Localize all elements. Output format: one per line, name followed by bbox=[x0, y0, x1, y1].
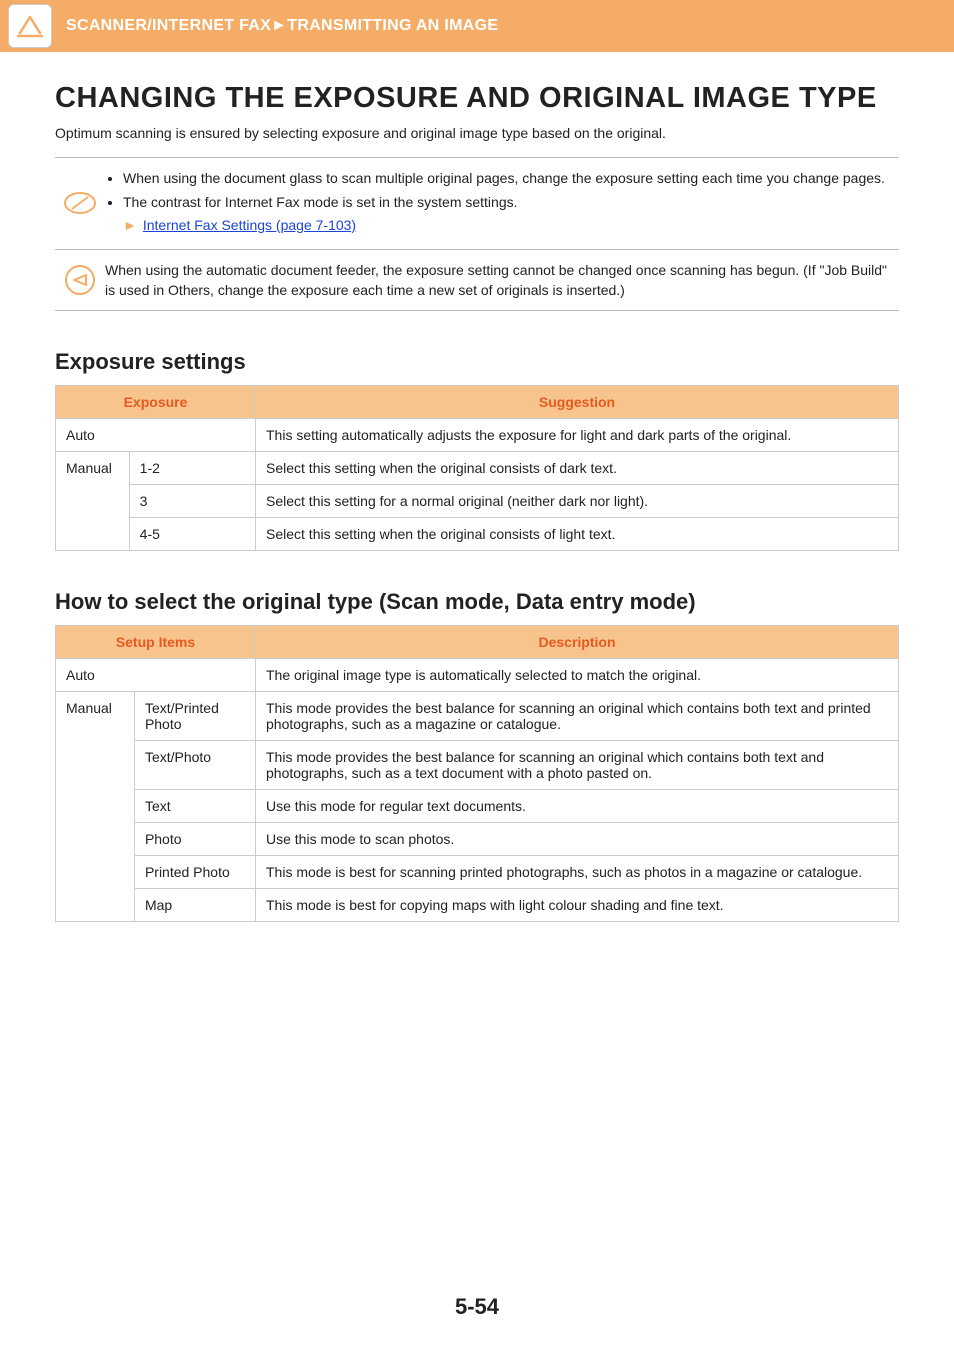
exposure-auto-desc: This setting automatically adjusts the e… bbox=[256, 419, 899, 452]
section2-heading: How to select the original type (Scan mo… bbox=[55, 589, 899, 615]
type-r5-val: Printed Photo bbox=[134, 856, 255, 889]
exposure-r1-desc: Select this setting when the original co… bbox=[256, 452, 899, 485]
page-number: 5-54 bbox=[0, 1294, 954, 1320]
note-block-1: When using the document glass to scan mu… bbox=[55, 157, 899, 250]
exposure-r3-val: 4-5 bbox=[129, 518, 255, 551]
note-block-2: When using the automatic document feeder… bbox=[55, 250, 899, 312]
link-line: ► Internet Fax Settings (page 7-103) bbox=[123, 215, 899, 235]
header-bar: SCANNER/INTERNET FAX►TRANSMITTING AN IMA… bbox=[0, 0, 954, 52]
breadcrumb: SCANNER/INTERNET FAX►TRANSMITTING AN IMA… bbox=[66, 17, 498, 35]
type-auto-desc: The original image type is automatically… bbox=[256, 659, 899, 692]
exposure-r3-desc: Select this setting when the original co… bbox=[256, 518, 899, 551]
type-r2-desc: This mode provides the best balance for … bbox=[256, 741, 899, 790]
type-r4-val: Photo bbox=[134, 823, 255, 856]
breadcrumb-sep: ► bbox=[271, 17, 287, 34]
type-r4-desc: Use this mode to scan photos. bbox=[256, 823, 899, 856]
setup-items-col-header: Setup Items bbox=[56, 626, 256, 659]
note-body: When using the document glass to scan mu… bbox=[105, 168, 899, 239]
type-r1-desc: This mode provides the best balance for … bbox=[256, 692, 899, 741]
type-auto-label: Auto bbox=[56, 659, 256, 692]
link-arrow-icon: ► bbox=[123, 217, 137, 233]
type-r2-val: Text/Photo bbox=[134, 741, 255, 790]
breadcrumb-right: TRANSMITTING AN IMAGE bbox=[287, 17, 498, 34]
note1-bullet2: The contrast for Internet Fax mode is se… bbox=[123, 192, 899, 235]
exposure-table: Exposure Suggestion Auto This setting au… bbox=[55, 385, 899, 551]
page-title: CHANGING THE EXPOSURE AND ORIGINAL IMAGE… bbox=[55, 82, 899, 115]
type-r3-val: Text bbox=[134, 790, 255, 823]
scanner-icon bbox=[8, 4, 52, 48]
note2-text: When using the automatic document feeder… bbox=[105, 260, 899, 301]
suggestion-col-header: Suggestion bbox=[256, 386, 899, 419]
type-manual-label: Manual bbox=[56, 692, 135, 922]
original-type-table: Setup Items Description Auto The origina… bbox=[55, 625, 899, 922]
type-r6-desc: This mode is best for copying maps with … bbox=[256, 889, 899, 922]
exposure-col-header: Exposure bbox=[56, 386, 256, 419]
note1-bullet1: When using the document glass to scan mu… bbox=[123, 168, 899, 188]
type-r5-desc: This mode is best for scanning printed p… bbox=[256, 856, 899, 889]
exposure-r2-desc: Select this setting for a normal origina… bbox=[256, 485, 899, 518]
description-col-header: Description bbox=[256, 626, 899, 659]
type-r6-val: Map bbox=[134, 889, 255, 922]
exposure-manual-label: Manual bbox=[56, 452, 130, 551]
prohibit-icon bbox=[55, 260, 105, 301]
exposure-r1-val: 1-2 bbox=[129, 452, 255, 485]
content: CHANGING THE EXPOSURE AND ORIGINAL IMAGE… bbox=[0, 52, 954, 922]
internet-fax-settings-link[interactable]: Internet Fax Settings (page 7-103) bbox=[143, 217, 356, 233]
type-r3-desc: Use this mode for regular text documents… bbox=[256, 790, 899, 823]
breadcrumb-left: SCANNER/INTERNET FAX bbox=[66, 17, 271, 34]
type-r1-val: Text/Printed Photo bbox=[134, 692, 255, 741]
intro-text: Optimum scanning is ensured by selecting… bbox=[55, 125, 899, 141]
note-icon bbox=[55, 168, 105, 239]
exposure-r2-val: 3 bbox=[129, 485, 255, 518]
section1-heading: Exposure settings bbox=[55, 349, 899, 375]
exposure-auto-label: Auto bbox=[56, 419, 256, 452]
